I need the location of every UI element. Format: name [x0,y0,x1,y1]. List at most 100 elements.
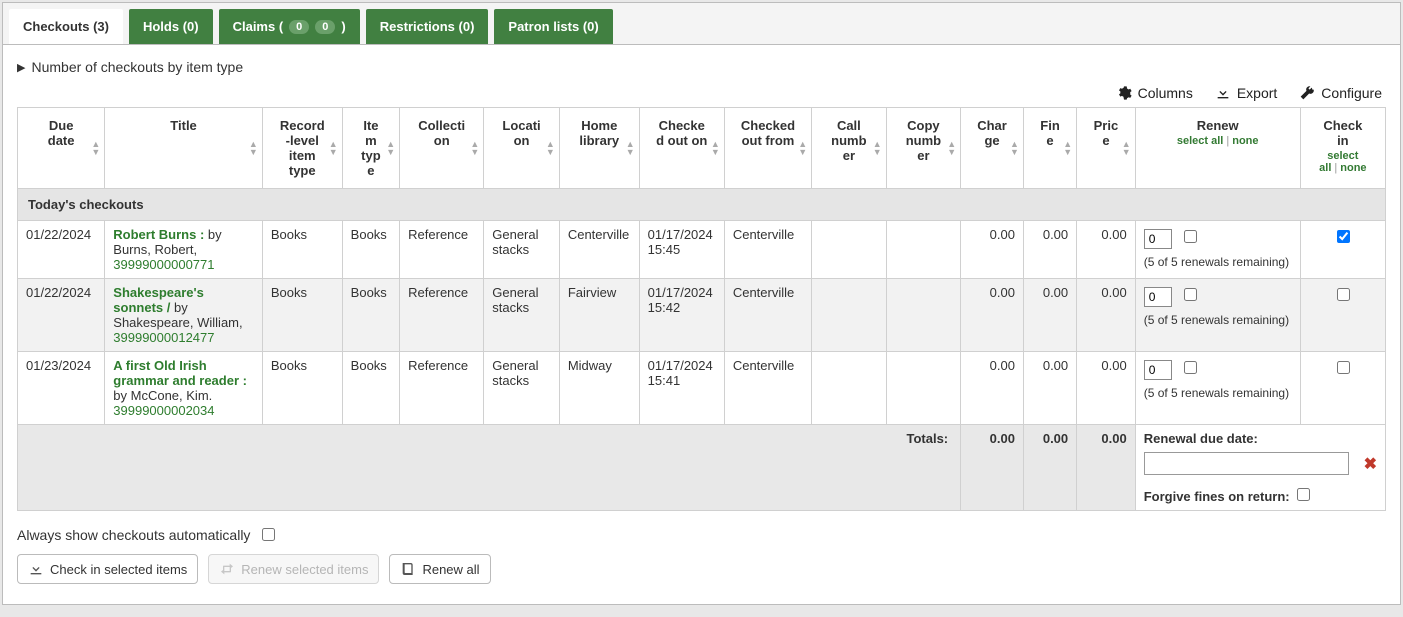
col-label: Call number [831,118,866,163]
cell-home-library: Fairview [559,279,639,352]
col-home-library[interactable]: Home library▲▼ [559,108,639,189]
table-row: 01/22/2024Shakespeare's sonnets / by Sha… [18,279,1386,352]
columns-button[interactable]: Columns [1116,85,1193,101]
col-label: Title [170,118,197,133]
col-charge[interactable]: Charge▲▼ [961,108,1024,189]
table-row: 01/22/2024Robert Burns : by Burns, Rober… [18,221,1386,279]
sort-icon: ▲▼ [1063,140,1072,156]
renew-select-none[interactable]: none [1232,135,1258,147]
table-toolbar: Columns Export Configure [3,85,1400,107]
col-checked-out-from[interactable]: Checked out from▲▼ [724,108,811,189]
tab-claims[interactable]: Claims ( 0 0 ) [219,9,360,44]
totals-price: 0.00 [1077,425,1136,511]
col-item-type[interactable]: Item type▲▼ [342,108,399,189]
renew-count-input[interactable] [1144,360,1172,380]
cell-call-number [812,221,887,279]
sort-icon: ▲▼ [329,140,338,156]
tab-label: Checkouts (3) [23,19,109,34]
col-label: Check in [1323,118,1362,148]
sort-icon: ▲▼ [470,140,479,156]
cell-fine: 0.00 [1023,279,1076,352]
renewal-due-date-input[interactable] [1144,452,1349,475]
footer-options: Always show checkouts automatically Chec… [3,511,1400,584]
forgive-fines-checkbox[interactable] [1297,488,1310,501]
sort-icon: ▲▼ [873,140,882,156]
col-price[interactable]: Price▲▼ [1077,108,1136,189]
col-copy-number[interactable]: Copy number▲▼ [886,108,961,189]
cell-item-type: Books [342,352,399,425]
group-header-row: Today's checkouts [18,189,1386,221]
col-label: Price [1094,118,1119,148]
cell-call-number [812,279,887,352]
cell-copy-number [886,279,961,352]
cell-checked-out-on: 01/17/2024 15:41 [639,352,724,425]
col-label: Fine [1040,118,1060,148]
col-location[interactable]: Location▲▼ [484,108,560,189]
col-collection[interactable]: Collection▲▼ [400,108,484,189]
renew-checkbox[interactable] [1184,288,1197,301]
cell-copy-number [886,352,961,425]
renew-selected-button[interactable]: Renew selected items [208,554,379,584]
cell-charge: 0.00 [961,279,1024,352]
tabbar: Checkouts (3) Holds (0) Claims ( 0 0 ) R… [3,3,1400,44]
title-link[interactable]: A first Old Irish grammar and reader : [113,358,247,388]
configure-label: Configure [1321,85,1382,101]
cell-title: A first Old Irish grammar and reader : b… [105,352,263,425]
export-label: Export [1237,85,1277,101]
col-check-in: Check in select all|none [1300,108,1385,189]
cell-home-library: Centerville [559,221,639,279]
col-title[interactable]: Title ▲▼ [105,108,263,189]
barcode-link[interactable]: 39999000002034 [113,403,214,418]
checkin-select-none[interactable]: none [1340,162,1366,174]
cell-charge: 0.00 [961,352,1024,425]
cell-collection: Reference [400,279,484,352]
cell-charge: 0.00 [961,221,1024,279]
cell-check-in [1300,279,1385,352]
col-label: Item type [361,118,381,178]
columns-label: Columns [1138,85,1193,101]
col-fine[interactable]: Fine▲▼ [1023,108,1076,189]
always-show-checkbox[interactable] [262,528,275,541]
sort-icon: ▲▼ [1122,140,1131,156]
tab-checkouts[interactable]: Checkouts (3) [9,9,123,44]
barcode-link[interactable]: 39999000012477 [113,330,214,345]
renew-checkbox[interactable] [1184,230,1197,243]
totals-charge: 0.00 [961,425,1024,511]
cell-price: 0.00 [1077,221,1136,279]
title-link[interactable]: Robert Burns : [113,227,204,242]
cell-home-library: Midway [559,352,639,425]
renew-remaining: (5 of 5 renewals remaining) [1144,255,1292,269]
tab-restrictions[interactable]: Restrictions (0) [366,9,489,44]
barcode-link[interactable]: 39999000000771 [113,257,214,272]
check-in-selected-button[interactable]: Check in selected items [17,554,198,584]
checkin-checkbox[interactable] [1337,288,1350,301]
checkin-checkbox[interactable] [1337,230,1350,243]
cell-location: General stacks [484,221,560,279]
cell-due-date: 01/23/2024 [18,352,105,425]
sort-icon: ▲▼ [798,140,807,156]
configure-button[interactable]: Configure [1299,85,1382,101]
group-header-label: Today's checkouts [18,189,1386,221]
totals-label: Totals: [18,425,961,511]
title-link[interactable]: Shakespeare's sonnets / [113,285,204,315]
col-due-date[interactable]: Due date▲▼ [18,108,105,189]
col-checked-out-on[interactable]: Checked out on▲▼ [639,108,724,189]
cell-check-in [1300,352,1385,425]
checkin-checkbox[interactable] [1337,361,1350,374]
renew-count-input[interactable] [1144,287,1172,307]
tab-holds[interactable]: Holds (0) [129,9,213,44]
clear-date-icon[interactable]: ✖ [1364,454,1377,474]
sort-icon: ▲▼ [249,140,258,156]
accordion-item-type-counts[interactable]: ▶ Number of checkouts by item type [3,55,1400,85]
col-record-level-item-type[interactable]: Record-level item type▲▼ [262,108,342,189]
renew-all-button[interactable]: Renew all [389,554,490,584]
export-button[interactable]: Export [1215,85,1277,101]
cell-checked-out-from: Centerville [724,279,811,352]
renew-count-input[interactable] [1144,229,1172,249]
renew-checkbox[interactable] [1184,361,1197,374]
col-call-number[interactable]: Call number ▲▼ [812,108,887,189]
cell-title: Shakespeare's sonnets / by Shakespeare, … [105,279,263,352]
renew-select-all[interactable]: select all [1177,135,1223,147]
cell-due-date: 01/22/2024 [18,221,105,279]
tab-patron-lists[interactable]: Patron lists (0) [494,9,612,44]
